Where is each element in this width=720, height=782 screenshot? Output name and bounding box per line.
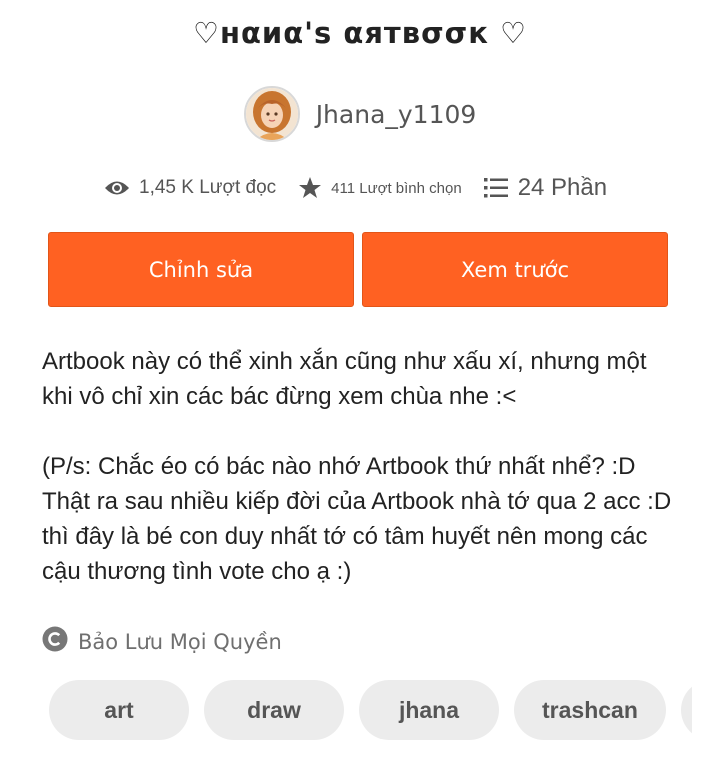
list-icon <box>483 177 508 199</box>
parts-count[interactable]: 24 Phần <box>518 174 607 202</box>
copyright-icon <box>42 626 68 657</box>
preview-button[interactable]: Xem trước <box>362 232 668 307</box>
reads-count: 1,45 K Lượt đọc <box>139 177 277 198</box>
action-buttons: Chỉnh sửa Xem trước <box>48 232 668 307</box>
tags-list: art draw jhana trashcan <box>49 680 692 740</box>
story-details-page: ♡нαиα'ѕ αятвσσк ♡ Jhana_y1109 1,45 K Lượ… <box>0 0 720 782</box>
votes-stat: 411 Lượt bình chọn <box>298 176 462 200</box>
tag-chip[interactable]: draw <box>204 680 344 740</box>
avatar-image <box>245 88 298 140</box>
eye-icon <box>104 179 130 197</box>
tag-chip[interactable]: jhana <box>359 680 499 740</box>
author-row[interactable]: Jhana_y1109 <box>0 86 720 142</box>
tag-chip[interactable]: trashcan <box>514 680 666 740</box>
tag-chip[interactable]: art <box>49 680 189 740</box>
author-name[interactable]: Jhana_y1109 <box>316 100 477 129</box>
story-description: Artbook này có thể xinh xắn cũng như xấu… <box>42 348 672 585</box>
reads-stat: 1,45 K Lượt đọc <box>104 177 276 199</box>
story-title: ♡нαиα'ѕ αятвσσк ♡ <box>192 16 528 50</box>
edit-button[interactable]: Chỉnh sửa <box>48 232 354 307</box>
stats-row: 1,45 K Lượt đọc 411 Lượt bình chọn 24 Ph… <box>104 170 607 206</box>
votes-count: 411 Lượt bình chọn <box>331 179 462 197</box>
star-icon <box>298 176 322 200</box>
copyright-label: Bảo Lưu Mọi Quyền <box>78 629 282 654</box>
parts-stat[interactable]: 24 Phần <box>483 174 607 202</box>
author-avatar[interactable] <box>243 86 300 142</box>
copyright-notice: Bảo Lưu Mọi Quyền <box>42 626 282 657</box>
tag-chip[interactable] <box>680 680 692 740</box>
